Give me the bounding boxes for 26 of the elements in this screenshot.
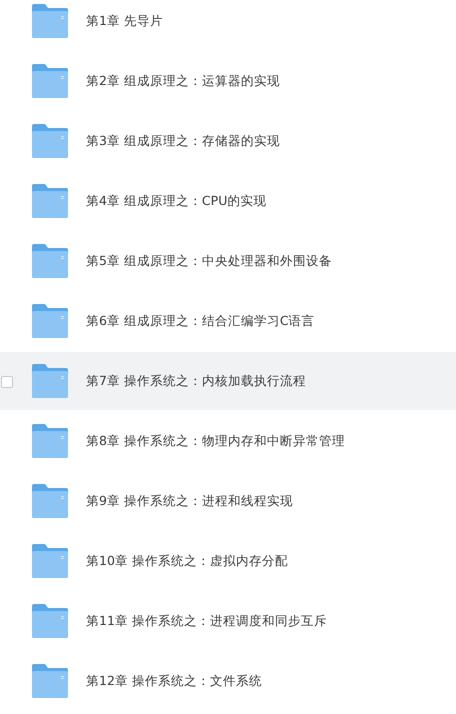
folder-name[interactable]: 第5章 组成原理之：中央处理器和外围设备 <box>86 252 332 270</box>
folder-icon <box>32 364 68 398</box>
folder-icon <box>32 304 68 338</box>
folder-icon <box>32 424 68 458</box>
folder-name[interactable]: 第11章 操作系统之：进程调度和同步互斥 <box>86 612 327 630</box>
folder-name[interactable]: 第6章 组成原理之：结合汇编学习C语言 <box>86 312 315 330</box>
folder-name[interactable]: 第7章 操作系统之：内核加载执行流程 <box>86 372 306 390</box>
row-checkbox[interactable] <box>1 376 13 388</box>
folder-icon <box>32 244 68 278</box>
folder-icon <box>32 664 68 698</box>
folder-name[interactable]: 第1章 先导片 <box>86 12 163 30</box>
folder-icon <box>32 184 68 218</box>
folder-name[interactable]: 第12章 操作系统之：文件系统 <box>86 672 262 690</box>
folder-name[interactable]: 第8章 操作系统之：物理内存和中断异常管理 <box>86 432 345 450</box>
folder-icon <box>32 4 68 38</box>
folder-name[interactable]: 第2章 组成原理之：运算器的实现 <box>86 72 280 90</box>
folder-name[interactable]: 第9章 操作系统之：进程和线程实现 <box>86 492 293 510</box>
folder-icon <box>32 484 68 518</box>
folder-name[interactable]: 第10章 操作系统之：虚拟内存分配 <box>86 552 288 570</box>
folder-icon <box>32 604 68 638</box>
folder-icon <box>32 544 68 578</box>
folder-row-highlight[interactable]: 第7章 操作系统之：内核加载执行流程 <box>0 352 456 410</box>
folder-icon <box>32 124 68 158</box>
folder-name[interactable]: 第3章 组成原理之：存储器的实现 <box>86 132 280 150</box>
folder-name[interactable]: 第4章 组成原理之：CPU的实现 <box>86 192 266 210</box>
folder-icon <box>32 64 68 98</box>
